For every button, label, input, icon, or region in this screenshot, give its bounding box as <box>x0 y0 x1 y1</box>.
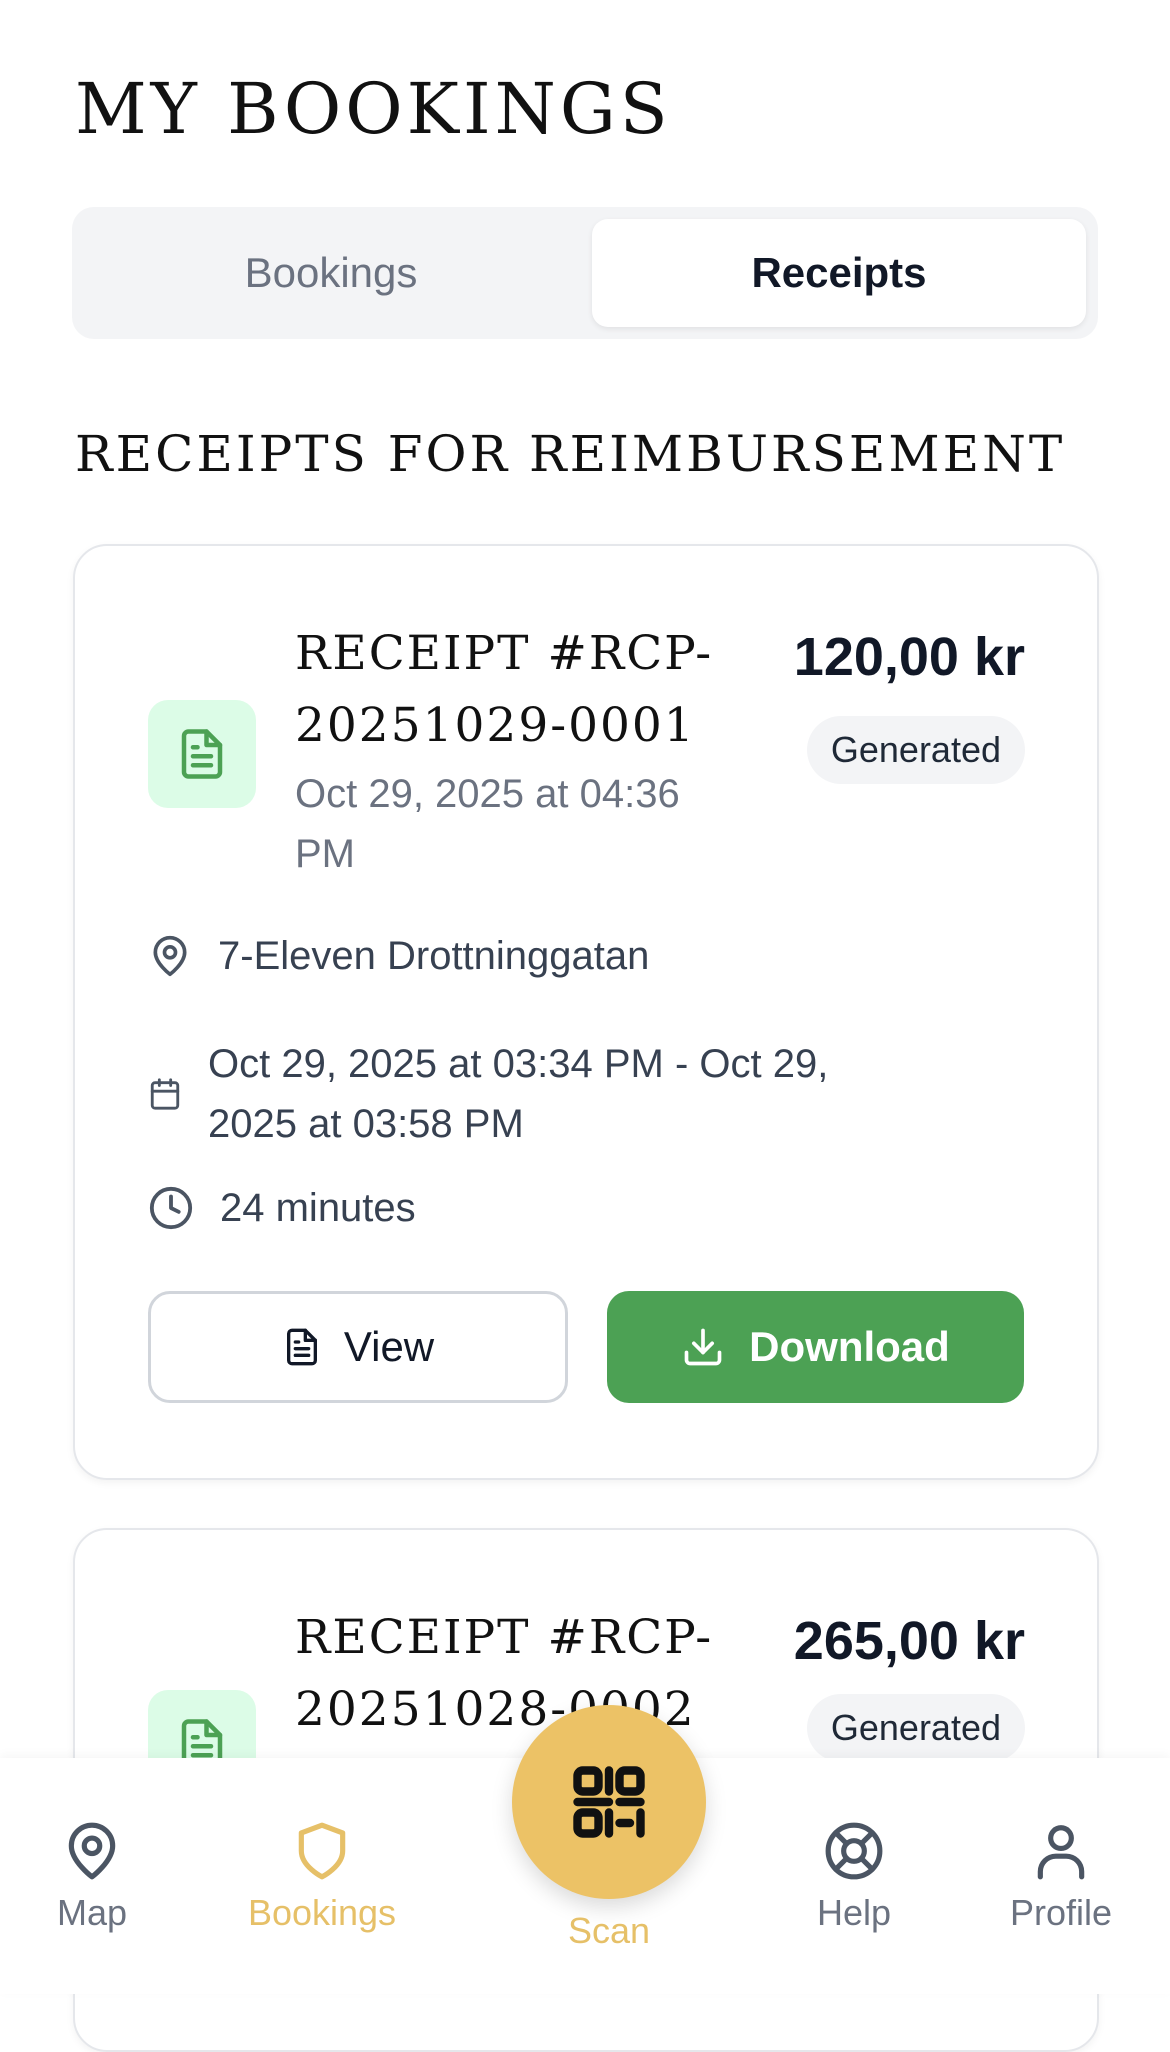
receipt-number: RECEIPT #RCP- 20251029-0001 <box>295 626 714 753</box>
tab-bookings[interactable]: Bookings <box>84 219 578 327</box>
clock-icon <box>149 1186 193 1230</box>
duration-text: 24 minutes <box>220 1186 416 1230</box>
receipt-generated-date: Oct 29, 2025 at 04:36 PM <box>295 772 680 876</box>
receipt-badge <box>148 700 256 808</box>
nav-help-label: Help <box>816 1892 892 1933</box>
map-pin-icon <box>68 1822 116 1880</box>
view-button-label: View <box>343 1323 435 1370</box>
calendar-icon <box>150 1078 180 1110</box>
receipt-amount: 120,00 kr <box>793 627 1025 687</box>
period-text: Oct 29, 2025 at 03:34 PM - Oct 29, 2025 … <box>208 1042 829 1146</box>
shield-icon <box>298 1822 346 1880</box>
map-pin-icon <box>153 935 187 977</box>
location-text: 7-Eleven Drottninggatan <box>218 934 650 978</box>
status-badge: Generated <box>806 1694 1025 1762</box>
download-button[interactable]: Download <box>607 1291 1024 1403</box>
duration-row: 24 minutes <box>148 1178 416 1238</box>
period-row: Oct 29, 2025 at 03:34 PM - Oct 29, 2025 … <box>148 1034 828 1154</box>
nav-bookings[interactable]: Bookings <box>222 1820 422 1934</box>
nav-map-label: Map <box>56 1892 128 1933</box>
download-button-label: Download <box>749 1323 950 1370</box>
scan-label: Scan <box>567 1910 651 1951</box>
tab-receipts[interactable]: Receipts <box>592 219 1086 327</box>
nav-profile-label: Profile <box>1009 1892 1113 1933</box>
document-icon <box>286 1328 317 1366</box>
receipt-card: RECEIPT #RCP- 20251029-0001 Oct 29, 2025… <box>73 544 1099 1480</box>
receipt-amount: 265,00 kr <box>793 1611 1025 1671</box>
scan-button[interactable] <box>512 1705 706 1899</box>
booking-tabs: Bookings Receipts <box>72 207 1098 339</box>
status-badge: Generated <box>806 716 1025 784</box>
section-title: RECEIPTS FOR REIMBURSEMENT <box>75 425 1066 483</box>
user-icon <box>1037 1825 1085 1880</box>
nav-profile[interactable]: Profile <box>961 1820 1161 1934</box>
nav-bookings-label: Bookings <box>247 1892 397 1933</box>
view-button[interactable]: View <box>148 1291 568 1403</box>
qr-code-icon <box>573 1766 645 1838</box>
location-row: 7-Eleven Drottninggatan <box>148 926 649 986</box>
lifebuoy-icon <box>825 1822 883 1880</box>
document-icon <box>181 729 223 779</box>
nav-help[interactable]: Help <box>754 1820 954 1934</box>
download-icon <box>684 1328 722 1366</box>
page-title: MY BOOKINGS <box>75 68 672 150</box>
nav-map[interactable]: Map <box>0 1820 192 1934</box>
